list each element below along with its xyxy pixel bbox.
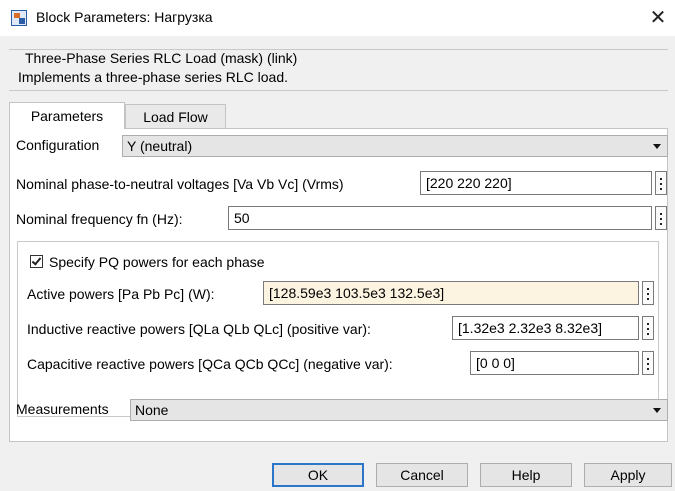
specify-pq-label: Specify PQ powers for each phase xyxy=(49,254,265,270)
frequency-input[interactable]: 50 xyxy=(228,206,652,230)
vertical-ellipsis-icon[interactable] xyxy=(642,316,654,340)
dialog-body: Three-Phase Series RLC Load (mask) (link… xyxy=(0,36,675,491)
chevron-down-icon xyxy=(653,408,661,413)
vertical-ellipsis-icon[interactable] xyxy=(655,206,667,230)
vertical-ellipsis-icon[interactable] xyxy=(642,281,654,305)
active-powers-label: Active powers [Pa Pb Pc] (W): xyxy=(27,286,215,302)
configuration-value: Y (neutral) xyxy=(127,138,193,154)
measurements-label: Measurements xyxy=(16,401,109,417)
vertical-ellipsis-icon[interactable] xyxy=(655,171,667,195)
inductive-powers-input[interactable]: [1.32e3 2.32e3 8.32e3] xyxy=(452,316,639,340)
capacitive-powers-input[interactable]: [0 0 0] xyxy=(470,351,639,375)
chevron-down-icon xyxy=(653,144,661,149)
window-title: Block Parameters: Нагрузка xyxy=(36,9,213,25)
capacitive-powers-label: Capacitive reactive powers [QCa QCb QCc]… xyxy=(27,356,393,372)
ok-button[interactable]: OK xyxy=(272,463,364,487)
close-button[interactable]: ✕ xyxy=(644,4,672,32)
configuration-dropdown[interactable]: Y (neutral) xyxy=(122,135,668,157)
simulink-block-icon xyxy=(11,10,27,26)
help-button[interactable]: Help xyxy=(480,463,572,487)
group-title: Three-Phase Series RLC Load (mask) (link… xyxy=(22,50,301,66)
tab-parameters[interactable]: Parameters xyxy=(9,102,125,129)
title-bar: Block Parameters: Нагрузка ✕ xyxy=(0,0,675,36)
frequency-label: Nominal frequency fn (Hz): xyxy=(16,211,183,227)
block-description: Implements a three-phase series RLC load… xyxy=(18,69,289,85)
check-icon xyxy=(31,255,42,266)
tab-load-flow[interactable]: Load Flow xyxy=(125,104,226,128)
divider xyxy=(9,90,668,91)
specify-pq-checkbox[interactable] xyxy=(30,255,43,268)
measurements-dropdown[interactable]: None xyxy=(130,399,668,421)
cancel-button[interactable]: Cancel xyxy=(376,463,468,487)
configuration-label: Configuration xyxy=(16,137,100,153)
measurements-value: None xyxy=(135,402,169,418)
active-powers-input[interactable]: [128.59e3 103.5e3 132.5e3] xyxy=(263,281,639,305)
apply-button[interactable]: Apply xyxy=(584,463,672,487)
voltage-input[interactable]: [220 220 220] xyxy=(420,171,652,195)
voltage-label: Nominal phase-to-neutral voltages [Va Vb… xyxy=(16,176,344,192)
inductive-powers-label: Inductive reactive powers [QLa QLb QLc] … xyxy=(27,321,371,337)
vertical-ellipsis-icon[interactable] xyxy=(642,351,654,375)
